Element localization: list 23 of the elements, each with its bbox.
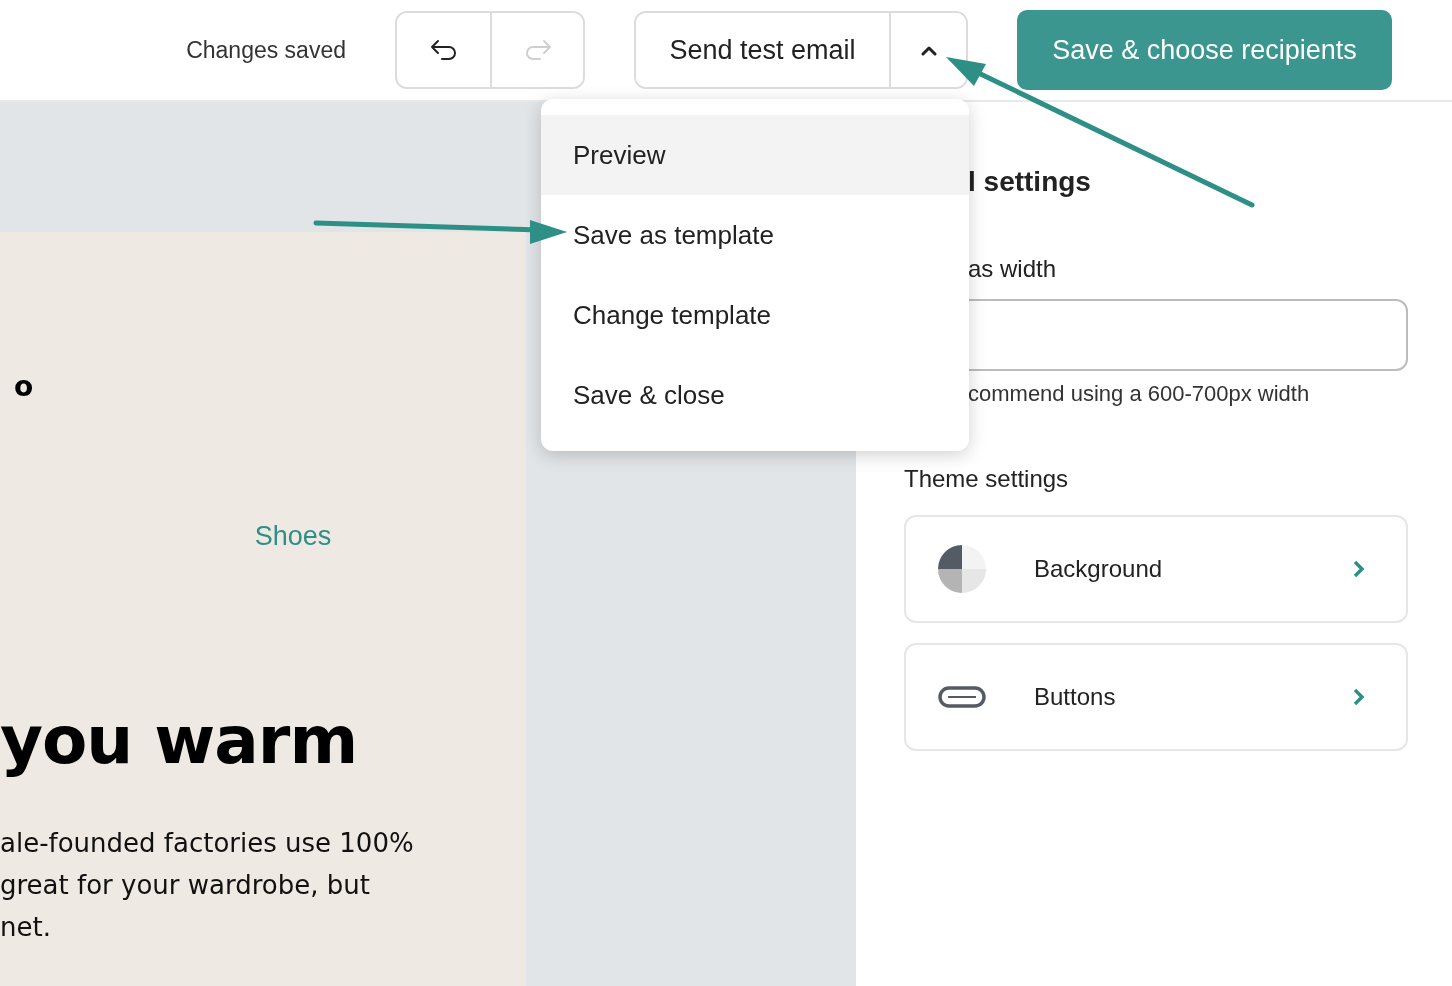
theme-setting-item[interactable]: Buttons [904, 643, 1408, 751]
menu-item[interactable]: Save as template [541, 195, 969, 275]
logo-text: o [14, 370, 34, 403]
body-text-line: ale-founded factories use 100% [0, 827, 415, 860]
chevron-icon [1352, 559, 1366, 579]
save-status: Changes saved [186, 36, 346, 64]
field-label: as width [968, 255, 1058, 283]
caret-icon [919, 44, 938, 56]
body-text-line: great for your wardrobe, but [0, 869, 371, 902]
undo-icon [428, 38, 459, 62]
more-options-button[interactable] [889, 13, 966, 87]
theme-setting-item[interactable]: Background [904, 515, 1408, 623]
field-hint: commend using a 600-700px width [968, 381, 1311, 407]
save-recipients-button[interactable]: Save & choose recipients [1017, 10, 1392, 90]
chevron-icon [1352, 687, 1366, 707]
pie-icon [938, 545, 986, 593]
panel-title: l settings [968, 166, 1092, 198]
menu-item[interactable]: Save & close [541, 355, 969, 435]
body-text-line: net. [0, 911, 52, 944]
section-title: Theme settings [904, 465, 1070, 493]
menu-item[interactable]: Change template [541, 275, 969, 355]
pill-icon [938, 686, 986, 708]
menu-item[interactable]: Preview [541, 115, 969, 195]
